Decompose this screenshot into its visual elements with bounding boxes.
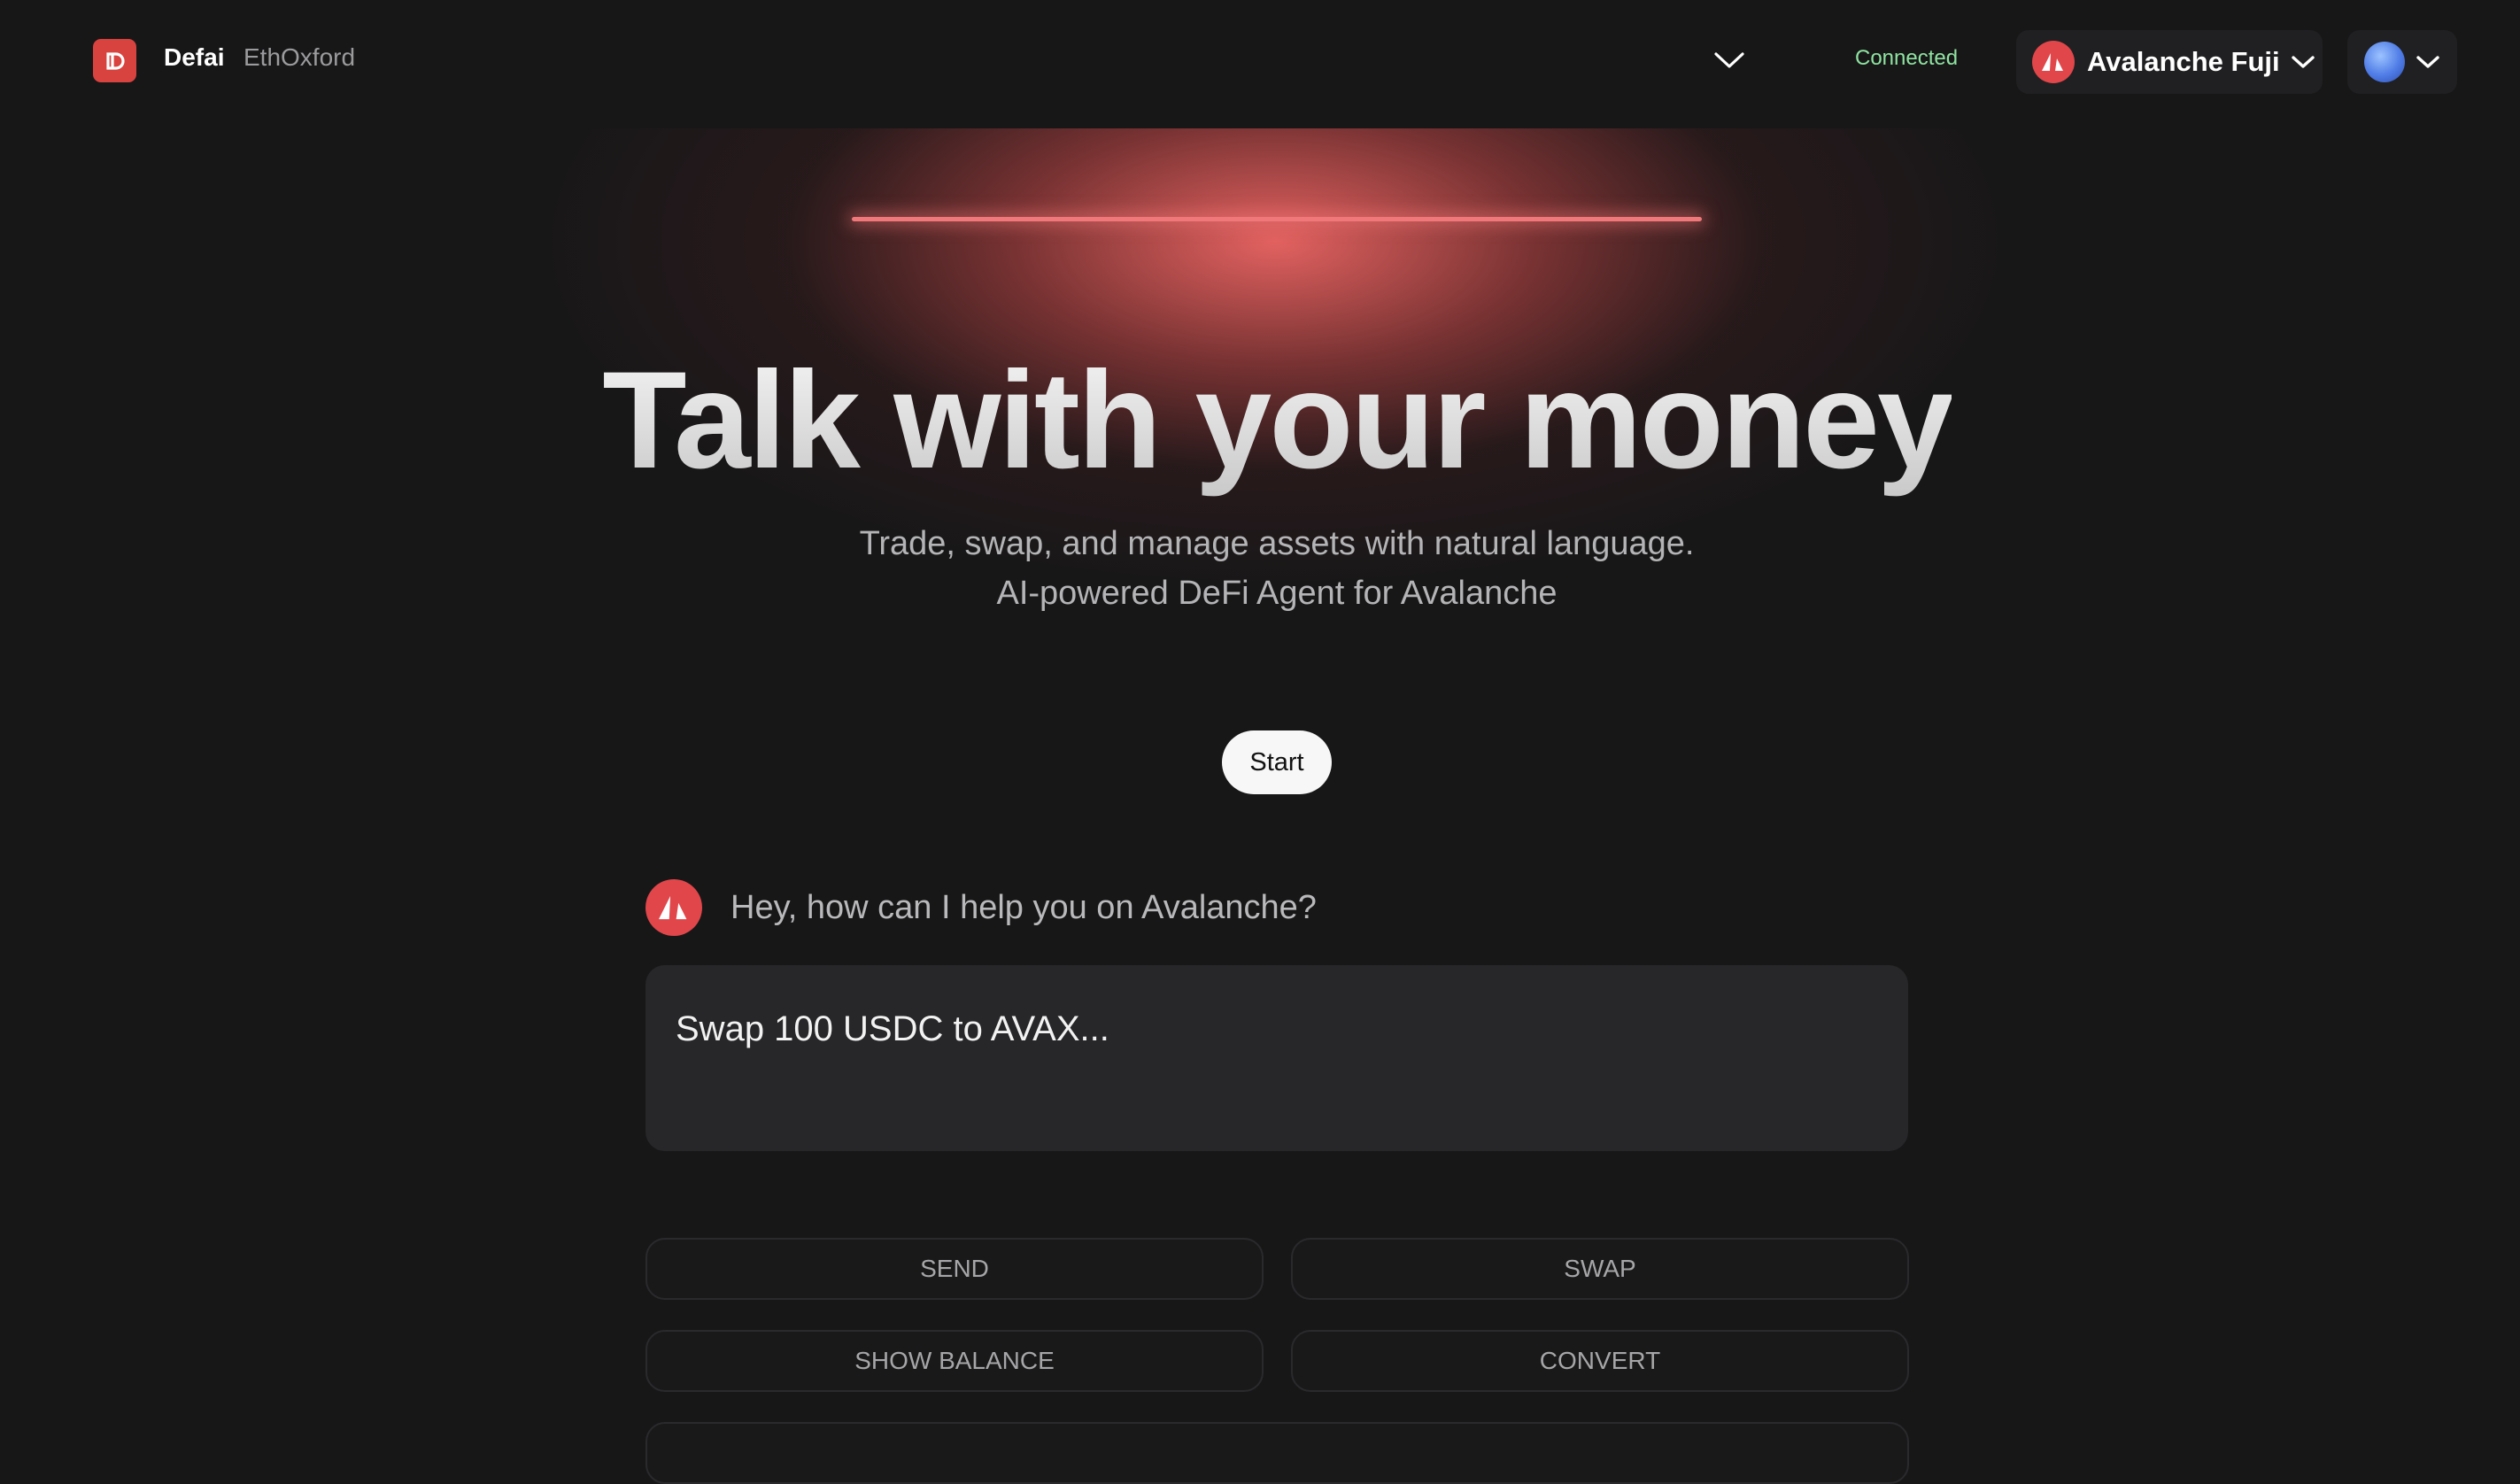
brand-name[interactable]: Defai bbox=[164, 43, 224, 72]
hero-subtitle-line1: Trade, swap, and manage assets with natu… bbox=[859, 525, 1695, 562]
chevron-down-icon bbox=[2416, 56, 2439, 68]
hero-title: Talk with your money bbox=[602, 344, 1953, 498]
network-selector-button[interactable]: Avalanche Fuji bbox=[2016, 30, 2323, 94]
hero-light-bar bbox=[852, 217, 1702, 221]
hero-subtitle-line2: AI-powered DeFi Agent for Avalanche bbox=[996, 575, 1558, 612]
connection-status: Connected bbox=[1855, 46, 1959, 70]
nav-dropdown-button[interactable] bbox=[1707, 39, 1751, 81]
defai-logo-icon[interactable] bbox=[93, 39, 136, 82]
assistant-greeting: Hey, how can I help you on Avalanche? bbox=[730, 889, 1317, 926]
start-button[interactable]: Start bbox=[1222, 730, 1332, 794]
brand-subtitle: EthOxford bbox=[243, 43, 356, 71]
convert-button[interactable]: CONVERT bbox=[1291, 1330, 1909, 1392]
prompt-input[interactable]: Swap 100 USDC to AVAX... bbox=[645, 965, 1908, 1151]
swap-button[interactable]: SWAP bbox=[1291, 1238, 1909, 1300]
avalanche-logo-icon bbox=[645, 879, 702, 936]
globe-avatar-icon bbox=[2364, 42, 2405, 82]
show-balance-button[interactable]: SHOW BALANCE bbox=[645, 1330, 1264, 1392]
more-actions-button[interactable] bbox=[645, 1422, 1909, 1484]
send-button[interactable]: SEND bbox=[645, 1238, 1264, 1300]
network-label: Avalanche Fuji bbox=[2087, 46, 2280, 77]
prompt-placeholder: Swap 100 USDC to AVAX... bbox=[676, 1009, 1109, 1048]
chevron-down-icon bbox=[2291, 56, 2315, 68]
chevron-down-icon bbox=[1714, 52, 1744, 68]
avalanche-logo-icon bbox=[2032, 41, 2075, 83]
account-menu-button[interactable] bbox=[2347, 30, 2457, 94]
